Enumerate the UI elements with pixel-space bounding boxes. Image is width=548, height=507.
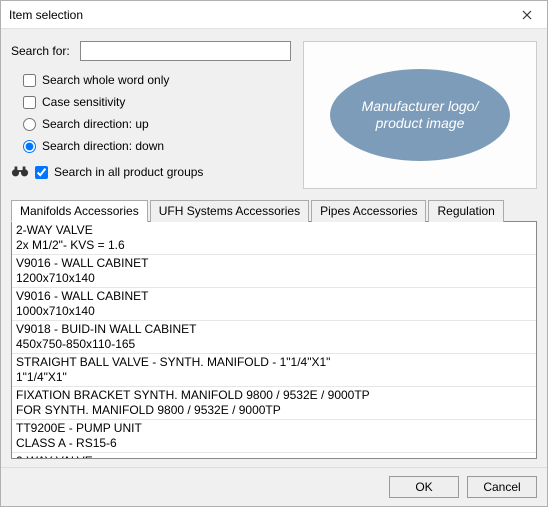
tab-2[interactable]: Pipes Accessories: [311, 200, 426, 222]
case-sensitivity-option[interactable]: Case sensitivity: [23, 93, 291, 111]
item-line-1: STRAIGHT BALL VALVE - SYNTH. MANIFOLD - …: [16, 355, 532, 370]
item-line-2: FOR SYNTH. MANIFOLD 9800 / 9532E / 9000T…: [16, 403, 532, 418]
tab-1[interactable]: UFH Systems Accessories: [150, 200, 309, 222]
item-list[interactable]: 2-WAY VALVE2x M1/2"- KVS = 1.6V9016 - WA…: [11, 221, 537, 459]
item-line-2: 2x M1/2"- KVS = 1.6: [16, 238, 532, 253]
search-label: Search for:: [11, 44, 70, 58]
content-area: Search for: Search whole word only Case …: [1, 29, 547, 467]
tab-0[interactable]: Manifolds Accessories: [11, 200, 148, 222]
list-item[interactable]: TT9200E - PUMP UNITCLASS A - RS15-6: [12, 420, 536, 453]
item-line-2: 450x750-850x110-165: [16, 337, 532, 352]
item-selection-dialog: Item selection Search for: Search whole …: [0, 0, 548, 507]
list-item[interactable]: 2-WAY VALVE2x M4/4"- KVS = 4,5: [12, 453, 536, 459]
search-input[interactable]: [80, 41, 291, 61]
list-item[interactable]: V9016 - WALL CABINET1000x710x140: [12, 288, 536, 321]
cancel-button[interactable]: Cancel: [467, 476, 537, 498]
upper-panel: Search for: Search whole word only Case …: [11, 41, 537, 189]
footer: OK Cancel: [1, 467, 547, 506]
list-item[interactable]: V9018 - BUID-IN WALL CABINET450x750-850x…: [12, 321, 536, 354]
whole-word-option[interactable]: Search whole word only: [23, 71, 291, 89]
item-line-2: 1"1/4"X1": [16, 370, 532, 385]
case-sensitivity-checkbox[interactable]: [23, 96, 36, 109]
window-title: Item selection: [9, 8, 83, 22]
item-line-1: V9016 - WALL CABINET: [16, 289, 532, 304]
item-line-2: CLASS A - RS15-6: [16, 436, 532, 451]
logo-placeholder: Manufacturer logo/ product image: [330, 69, 510, 161]
ok-button[interactable]: OK: [389, 476, 459, 498]
whole-word-label: Search whole word only: [42, 73, 169, 87]
item-line-2: 1200x710x140: [16, 271, 532, 286]
list-item[interactable]: V9016 - WALL CABINET1200x710x140: [12, 255, 536, 288]
tab-3[interactable]: Regulation: [428, 200, 503, 222]
all-groups-label: Search in all product groups: [54, 165, 203, 179]
item-line-1: V9018 - BUID-IN WALL CABINET: [16, 322, 532, 337]
product-image-panel: Manufacturer logo/ product image: [303, 41, 537, 189]
direction-down-label: Search direction: down: [42, 139, 164, 153]
search-panel: Search for: Search whole word only Case …: [11, 41, 291, 189]
case-sensitivity-label: Case sensitivity: [42, 95, 125, 109]
direction-down-option[interactable]: Search direction: down: [23, 137, 291, 155]
tabstrip: Manifolds AccessoriesUFH Systems Accesso…: [11, 199, 537, 221]
item-line-1: FIXATION BRACKET SYNTH. MANIFOLD 9800 / …: [16, 388, 532, 403]
close-icon: [522, 10, 532, 20]
direction-up-label: Search direction: up: [42, 117, 149, 131]
all-groups-checkbox[interactable]: [35, 166, 48, 179]
item-line-1: V9016 - WALL CABINET: [16, 256, 532, 271]
close-button[interactable]: [507, 1, 547, 29]
tabs-container: Manifolds AccessoriesUFH Systems Accesso…: [11, 199, 537, 459]
item-line-2: 1000x710x140: [16, 304, 532, 319]
item-line-1: 2-WAY VALVE: [16, 454, 532, 459]
whole-word-checkbox[interactable]: [23, 74, 36, 87]
binoculars-icon: [11, 164, 29, 181]
titlebar: Item selection: [1, 1, 547, 29]
all-groups-option[interactable]: Search in all product groups: [35, 163, 203, 181]
list-item[interactable]: 2-WAY VALVE2x M1/2"- KVS = 1.6: [12, 222, 536, 255]
item-line-1: 2-WAY VALVE: [16, 223, 532, 238]
list-item[interactable]: STRAIGHT BALL VALVE - SYNTH. MANIFOLD - …: [12, 354, 536, 387]
direction-up-radio[interactable]: [23, 118, 36, 131]
item-line-1: TT9200E - PUMP UNIT: [16, 421, 532, 436]
direction-up-option[interactable]: Search direction: up: [23, 115, 291, 133]
list-item[interactable]: FIXATION BRACKET SYNTH. MANIFOLD 9800 / …: [12, 387, 536, 420]
direction-down-radio[interactable]: [23, 140, 36, 153]
